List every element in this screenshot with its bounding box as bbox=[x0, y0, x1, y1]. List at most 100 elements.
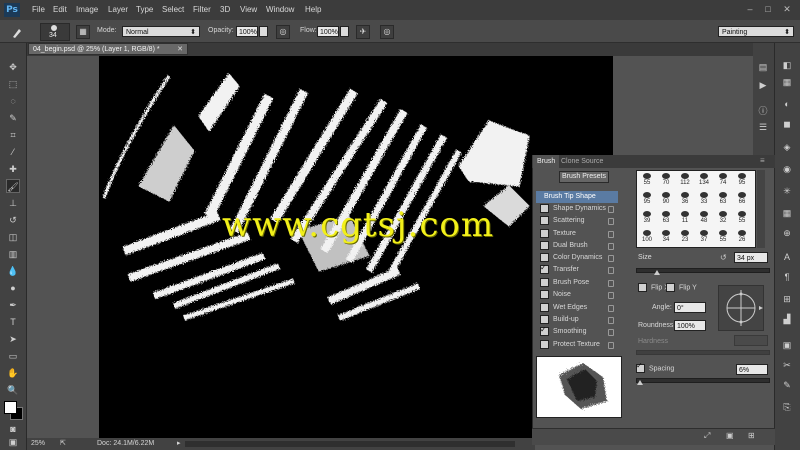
checkbox[interactable] bbox=[540, 203, 549, 213]
size-slider-thumb[interactable] bbox=[654, 270, 660, 275]
brush-tip-cell[interactable]: 74 bbox=[715, 173, 731, 187]
checkbox[interactable] bbox=[540, 252, 549, 262]
path-select-tool-icon[interactable]: ➤ bbox=[6, 332, 20, 346]
pen-tool-icon[interactable]: ✒ bbox=[6, 298, 20, 312]
blur-tool-icon[interactable]: 💧 bbox=[6, 264, 20, 278]
marquee-tool-icon[interactable]: ⬚ bbox=[6, 77, 20, 91]
brush-tip-cell[interactable]: 134 bbox=[696, 173, 712, 187]
lock-icon[interactable] bbox=[608, 243, 614, 250]
move-tool-icon[interactable]: ✥ bbox=[6, 60, 20, 74]
brush-tip-cell[interactable]: 66 bbox=[734, 192, 750, 206]
checkbox-checked[interactable] bbox=[636, 361, 645, 373]
brush-tip-grid-scrollbar[interactable] bbox=[757, 170, 765, 248]
brush-tip-cell[interactable]: 112 bbox=[677, 173, 693, 187]
styles-panel-icon[interactable]: ◼ bbox=[780, 117, 794, 131]
opacity-slider-toggle[interactable] bbox=[259, 26, 268, 37]
brush-tool-icon[interactable]: 🖌 bbox=[6, 179, 20, 193]
checkbox[interactable] bbox=[540, 314, 549, 324]
color-panel-icon[interactable]: ◧ bbox=[780, 58, 794, 72]
panel-menu-icon[interactable]: ≡ bbox=[760, 156, 765, 165]
checkbox[interactable] bbox=[666, 283, 675, 292]
pressure-opacity-icon[interactable]: ◎ bbox=[276, 25, 290, 39]
menu-edit[interactable]: Edit bbox=[53, 0, 67, 20]
maximize-button[interactable]: □ bbox=[762, 3, 774, 15]
properties-panel-icon[interactable]: ☰ bbox=[756, 120, 770, 134]
actions-panel-icon[interactable]: ▶ bbox=[756, 78, 770, 92]
spacing-option[interactable]: Spacing bbox=[636, 361, 674, 373]
brush-tip-grid[interactable]: 55 70 112 134 74 95 95 90 36 33 63 66 39 63 11 48 32 55 10… bbox=[636, 170, 756, 248]
brush-tip-cell[interactable]: 70 bbox=[658, 173, 674, 187]
healing-tool-icon[interactable]: ✚ bbox=[6, 162, 20, 176]
flip-x-option[interactable]: Flip X bbox=[638, 283, 669, 292]
lock-icon[interactable] bbox=[608, 329, 614, 336]
info-panel-icon[interactable]: ⓘ bbox=[756, 104, 770, 118]
angle-field[interactable]: 0° bbox=[674, 302, 706, 313]
brush-tip-cell[interactable]: 33 bbox=[696, 192, 712, 206]
tab-clone-source[interactable]: Clone Source bbox=[557, 155, 607, 168]
swatches-panel-icon[interactable]: ▦ bbox=[780, 75, 794, 89]
shape-tool-icon[interactable]: ▭ bbox=[6, 349, 20, 363]
timeline-panel-icon[interactable]: ▣ bbox=[780, 338, 794, 352]
lock-icon[interactable] bbox=[608, 218, 614, 225]
roundness-field[interactable]: 100% bbox=[674, 320, 706, 331]
brush-tip-cell[interactable]: 95 bbox=[639, 192, 655, 206]
lock-icon[interactable] bbox=[608, 231, 614, 238]
brush-tip-cell[interactable]: 36 bbox=[677, 192, 693, 206]
screen-mode-icon[interactable]: ▣ bbox=[6, 437, 20, 448]
menu-3d[interactable]: 3D bbox=[220, 0, 230, 20]
layers-panel-icon[interactable]: ◈ bbox=[780, 140, 794, 154]
lock-icon[interactable] bbox=[608, 280, 614, 287]
type-tool-icon[interactable]: T bbox=[6, 315, 20, 329]
menu-layer[interactable]: Layer bbox=[108, 0, 128, 20]
close-button[interactable]: ✕ bbox=[781, 3, 793, 15]
lock-icon[interactable] bbox=[608, 317, 614, 324]
checkbox[interactable] bbox=[638, 283, 647, 292]
menu-image[interactable]: Image bbox=[76, 0, 98, 20]
option-brush-tip-shape[interactable]: Brush Tip Shape bbox=[536, 191, 618, 203]
brush-tip-cell[interactable]: 26 bbox=[734, 230, 750, 244]
brush-tip-cell[interactable]: 90 bbox=[658, 192, 674, 206]
clone-stamp-tool-icon[interactable]: ⊥ bbox=[6, 196, 20, 210]
brush-tool-preset-icon[interactable] bbox=[10, 25, 24, 39]
history-brush-tool-icon[interactable]: ↺ bbox=[6, 213, 20, 227]
airbrush-icon[interactable]: ✈ bbox=[356, 25, 370, 39]
clone-source-panel-icon[interactable]: ⊕ bbox=[780, 226, 794, 240]
zoom-tool-icon[interactable]: 🔍 bbox=[6, 383, 20, 397]
eyedropper-tool-icon[interactable]: ⁄ bbox=[6, 145, 20, 159]
tool-presets-panel-icon[interactable]: ✂ bbox=[780, 358, 794, 372]
opacity-field[interactable]: 100% bbox=[236, 26, 258, 37]
brush-tip-cell[interactable]: 63 bbox=[715, 192, 731, 206]
brush-tip-cell[interactable]: 37 bbox=[696, 230, 712, 244]
menu-help[interactable]: Help bbox=[305, 0, 321, 20]
histogram-panel-icon[interactable]: ▟ bbox=[780, 312, 794, 326]
document-tab[interactable]: 04_begin.psd @ 25% (Layer 1, RGB/8) * ✕ bbox=[28, 43, 188, 55]
status-menu-arrow-icon[interactable]: ▸ bbox=[177, 439, 181, 447]
checkbox[interactable] bbox=[540, 228, 549, 238]
angle-roundness-widget[interactable] bbox=[718, 285, 764, 331]
channels-panel-icon[interactable]: ◉ bbox=[780, 162, 794, 176]
lock-icon[interactable] bbox=[608, 292, 614, 299]
workspace-dropdown[interactable]: Painting ⬍ bbox=[718, 26, 794, 37]
brush-tip-cell[interactable]: 100 bbox=[639, 230, 655, 244]
horizontal-scrollbar[interactable] bbox=[185, 441, 515, 447]
toggle-preview-icon[interactable]: ⤢ bbox=[704, 431, 710, 441]
lasso-tool-icon[interactable]: ◌ bbox=[6, 94, 20, 108]
brush-panel-toggle-icon[interactable]: ▦ bbox=[76, 25, 90, 39]
checkbox[interactable] bbox=[540, 215, 549, 225]
brush-tip-cell[interactable]: 11 bbox=[677, 211, 693, 225]
lock-icon[interactable] bbox=[608, 267, 614, 274]
menu-window[interactable]: Window bbox=[266, 0, 294, 20]
gradient-tool-icon[interactable]: ▥ bbox=[6, 247, 20, 261]
lock-icon[interactable] bbox=[608, 305, 614, 312]
mode-dropdown[interactable]: Normal ⬍ bbox=[122, 26, 200, 37]
tab-brush[interactable]: Brush bbox=[533, 155, 560, 168]
checkbox[interactable] bbox=[540, 240, 549, 250]
paragraph-panel-icon[interactable]: ¶ bbox=[780, 270, 794, 284]
eraser-tool-icon[interactable]: ◫ bbox=[6, 230, 20, 244]
menu-type[interactable]: Type bbox=[136, 0, 153, 20]
checkbox[interactable] bbox=[540, 302, 549, 312]
brush-tip-cell[interactable]: 39 bbox=[639, 211, 655, 225]
notes-panel-icon[interactable]: ✎ bbox=[780, 378, 794, 392]
share-icon[interactable]: ⇱ bbox=[60, 439, 66, 447]
brush-tip-cell[interactable]: 32 bbox=[715, 211, 731, 225]
